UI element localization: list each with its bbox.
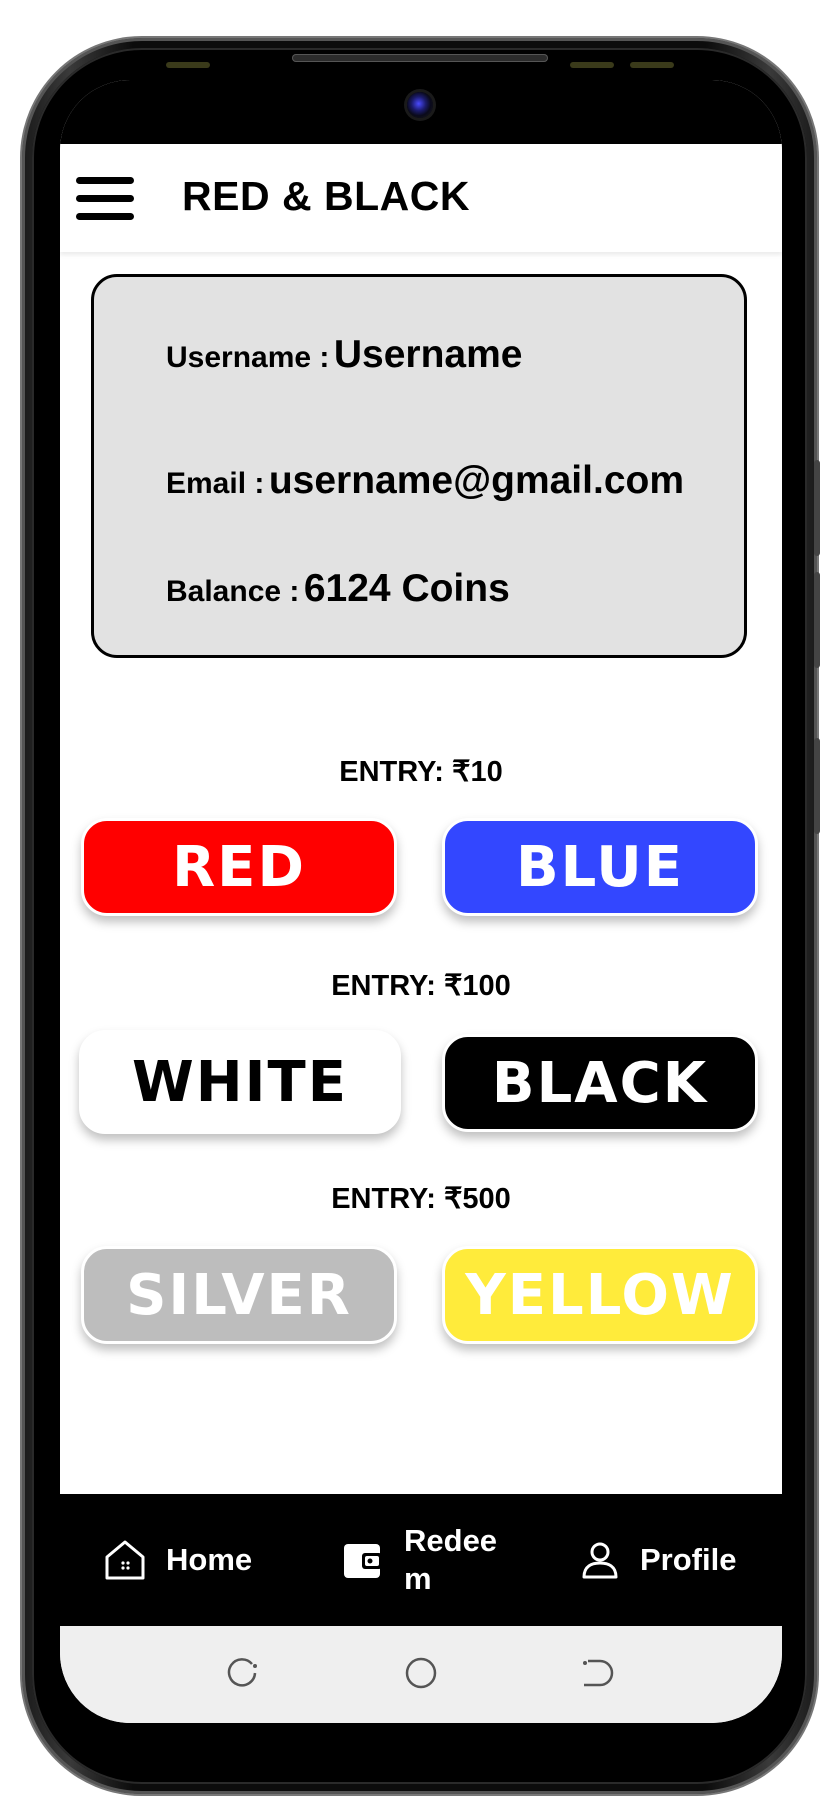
entry-label-tier-1: ENTRY: ₹10	[339, 756, 503, 788]
yellow-button[interactable]: YELLOW	[442, 1246, 758, 1344]
red-button[interactable]: RED	[81, 818, 397, 916]
nav-home[interactable]: Home	[102, 1494, 252, 1626]
username-value: Username	[333, 333, 523, 376]
menu-icon[interactable]	[76, 177, 134, 221]
home-system-icon[interactable]	[404, 1656, 438, 1690]
email-row: Email : username@gmail.com	[166, 459, 684, 503]
entry-label-tier-2: ENTRY: ₹100	[331, 970, 511, 1002]
bottom-navigation: Home Redee m Profile	[60, 1494, 782, 1626]
status-bar	[60, 80, 782, 144]
app-bar: RED & BLACK	[60, 144, 782, 252]
username-row: Username : Username	[166, 333, 522, 377]
nav-home-label: Home	[166, 1542, 253, 1577]
volume-up-button	[814, 460, 820, 556]
email-value: username@gmail.com	[268, 459, 685, 502]
white-button[interactable]: WHITE	[79, 1030, 401, 1134]
nav-redeem[interactable]: Redee m	[342, 1494, 497, 1626]
balance-row: Balance : 6124 Coins	[166, 567, 510, 611]
earpiece-speaker	[292, 54, 548, 62]
recent-apps-icon[interactable]	[226, 1656, 260, 1690]
back-icon[interactable]	[580, 1656, 614, 1690]
nav-profile[interactable]: Profile	[580, 1494, 736, 1626]
nav-profile-label: Profile	[640, 1542, 737, 1577]
home-icon	[105, 1540, 145, 1580]
volume-down-button	[814, 572, 820, 668]
sensor	[630, 62, 674, 68]
black-button[interactable]: BLACK	[442, 1034, 758, 1132]
user-info-card: Username : Username Email : username@gma…	[91, 274, 747, 658]
person-icon	[582, 1542, 618, 1579]
username-label: Username :	[166, 341, 330, 374]
entry-label-tier-3: ENTRY: ₹500	[331, 1183, 511, 1215]
sensor	[570, 62, 614, 68]
sensor	[166, 62, 210, 68]
balance-value: 6124 Coins	[303, 567, 510, 610]
balance-label: Balance :	[166, 575, 300, 608]
email-label: Email :	[166, 467, 265, 500]
silver-button[interactable]: SILVER	[81, 1246, 397, 1344]
blue-button[interactable]: BLUE	[442, 818, 758, 916]
power-button	[814, 738, 820, 834]
system-navigation-bar	[60, 1626, 782, 1723]
screen: RED & BLACK Username : Username Email : …	[60, 80, 782, 1723]
nav-redeem-label: Redee m	[404, 1523, 498, 1596]
page-title: RED & BLACK	[182, 173, 470, 219]
wallet-icon	[344, 1544, 382, 1578]
front-camera	[407, 92, 433, 118]
